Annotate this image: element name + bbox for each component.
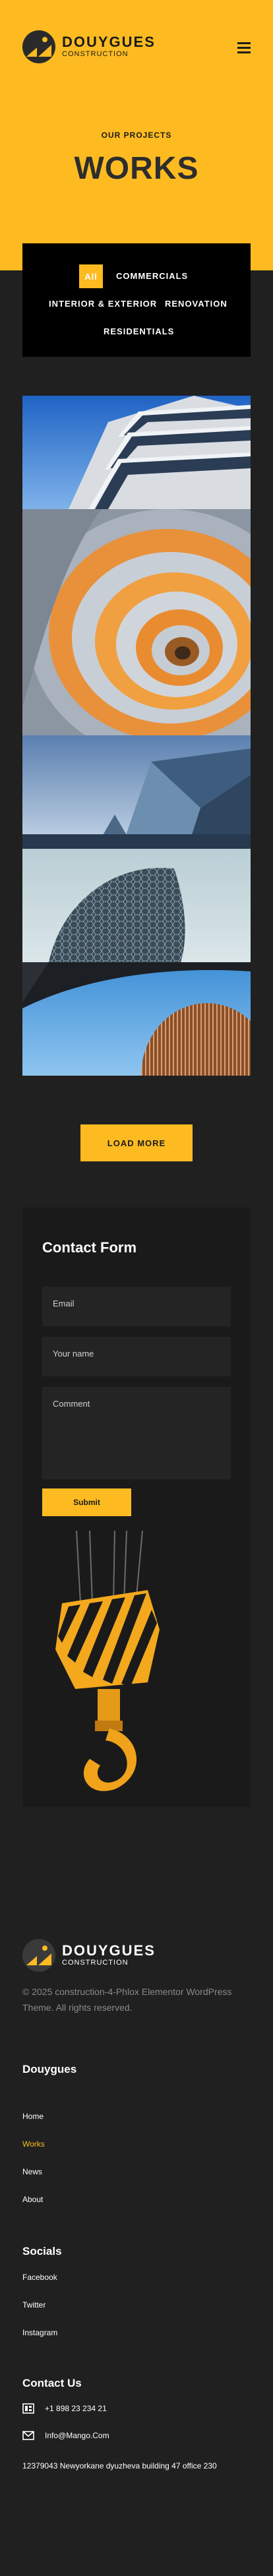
project-tile[interactable] [22,735,251,849]
angular-glass-tower-image [22,735,251,849]
project-tile[interactable] [22,396,251,509]
footer-email[interactable]: Info@Mango.Com [22,2431,109,2440]
social-link-facebook[interactable]: Facebook [22,2273,57,2282]
hero-section: DOUYGUES CONSTRUCTION OUR PROJECTS WORKS [0,0,273,270]
curved-hexagon-tower-image [22,849,251,962]
brand-subtitle: CONSTRUCTION [62,50,129,58]
glass-balcony-building-image [22,396,251,509]
spiral-staircase-image [22,509,251,735]
page-title: WORKS [74,151,199,186]
hamburger-icon[interactable] [237,42,251,53]
logo-mark-icon [22,30,55,63]
footer-logo[interactable]: DOUYGUES CONSTRUCTION [22,1939,251,1972]
envelope-icon [22,2431,34,2440]
footer-menu-heading: Douygues [22,2063,77,2075]
project-gallery [22,396,251,1076]
site-footer: DOUYGUES CONSTRUCTION © 2025 constructio… [22,1939,251,2470]
footer-address: 12379043 Newyorkane dyuzheva building 47… [22,2461,217,2470]
contact-form-section: Contact Form Email Your name Comment Sub… [22,1208,251,1807]
footer-phone[interactable]: +1 898 23 234 21 [22,2403,107,2414]
email-address: Info@Mango.Com [45,2431,109,2440]
project-tile[interactable] [22,849,251,962]
logo-mark-icon [22,1939,55,1972]
load-more-button[interactable]: LOAD MORE [80,1124,193,1161]
copyright-text: © 2025 construction-4-Phlox Elementor Wo… [22,1986,232,2013]
phone-number: +1 898 23 234 21 [45,2404,107,2413]
crane-hook-illustration [55,1531,160,1791]
footer-link-works[interactable]: Works [22,2139,45,2149]
footer-brand-name: DOUYGUES [62,1942,156,1959]
filter-interior-exterior[interactable]: INTERIOR & EXTERIOR [49,299,157,309]
social-link-twitter[interactable]: Twitter [22,2300,46,2310]
footer-socials-heading: Socials [22,2245,62,2257]
footer-contact-heading: Contact Us [22,2377,82,2389]
social-link-instagram[interactable]: Instagram [22,2328,57,2337]
footer-link-home[interactable]: Home [22,2112,44,2121]
project-tile[interactable] [22,509,251,735]
brand-name: DOUYGUES [62,34,156,50]
submit-button[interactable]: Submit [42,1488,131,1516]
contact-form-title: Contact Form [42,1239,136,1256]
filter-all[interactable]: All [79,264,103,288]
portfolio-filter: All COMMERCIALS INTERIOR & EXTERIOR RENO… [22,243,251,357]
filter-residentials[interactable]: RESIDENTIALS [104,326,174,336]
hero-eyebrow: OUR PROJECTS [101,131,172,140]
round-tower-from-below-image [22,962,251,1076]
footer-link-news[interactable]: News [22,2167,42,2176]
email-field[interactable]: Email [42,1287,231,1326]
filter-commercials[interactable]: COMMERCIALS [116,271,188,281]
footer-brand-subtitle: CONSTRUCTION [62,1959,129,1967]
footer-link-about[interactable]: About [22,2195,43,2204]
phone-icon [22,2403,34,2414]
page: DOUYGUES CONSTRUCTION OUR PROJECTS WORKS… [0,0,273,2576]
site-logo[interactable]: DOUYGUES CONSTRUCTION [22,30,156,63]
project-tile[interactable] [22,962,251,1076]
comment-field[interactable]: Comment [42,1387,231,1479]
name-field[interactable]: Your name [42,1337,231,1376]
filter-renovation[interactable]: RENOVATION [165,299,228,309]
